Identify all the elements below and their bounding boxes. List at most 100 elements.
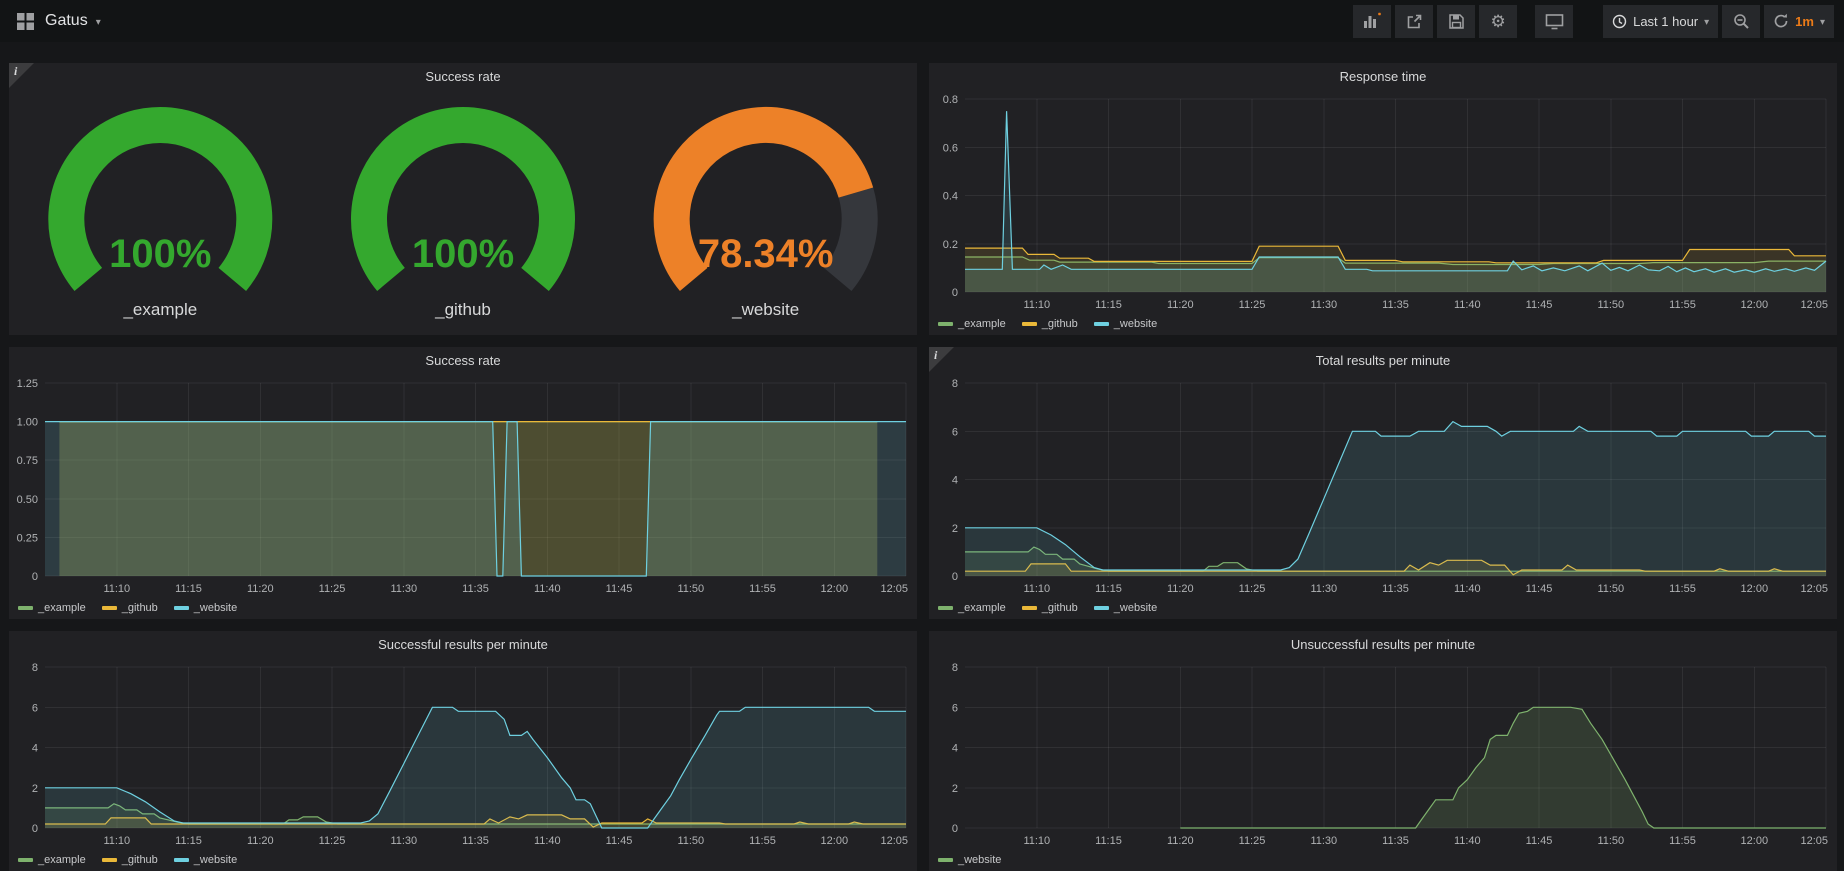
svg-text:11:10: 11:10 (1023, 835, 1050, 847)
svg-text:12:05: 12:05 (1800, 835, 1828, 847)
unsuccessful-results-chart-area[interactable]: 0246811:1011:1511:2011:2511:3011:3511:40… (929, 659, 1837, 871)
dashboard-settings-button[interactable]: ⚙ (1479, 5, 1517, 38)
legend-item-_github[interactable]: _github (102, 602, 158, 614)
dashboards-grid-icon[interactable] (16, 12, 35, 31)
panel-success-rate-gauges: i Success rate 100%_example100%_github78… (9, 63, 917, 335)
y-axis: 00.20.40.60.8 (943, 94, 958, 299)
dashboard-title: Gatus (45, 12, 88, 30)
panel-successful-results: Successful results per minute 0246811:10… (9, 631, 917, 871)
chart-legend: _example _github _website (938, 602, 1157, 614)
refresh-icon (1773, 13, 1789, 29)
zoom-out-button[interactable] (1722, 5, 1760, 38)
svg-text:11:15: 11:15 (1095, 835, 1122, 847)
panel-title[interactable]: Success rate (9, 63, 917, 91)
share-dashboard-button[interactable] (1395, 5, 1433, 38)
total-results-chart-area[interactable]: 0246811:1011:1511:2011:2511:3011:3511:40… (929, 375, 1837, 619)
success-rate-chart-area[interactable]: 00.250.500.751.001.2511:1011:1511:2011:2… (9, 375, 917, 619)
svg-text:11:25: 11:25 (1239, 583, 1266, 595)
svg-text:0: 0 (952, 287, 958, 299)
chart-canvas: 00.250.500.751.001.2511:1011:1511:2011:2… (9, 375, 917, 619)
legend-item-_example[interactable]: _example (18, 602, 86, 614)
svg-text:11:45: 11:45 (606, 835, 633, 847)
legend-label: _website (958, 854, 1001, 866)
panel-title[interactable]: Successful results per minute (9, 631, 917, 659)
legend-item-_example[interactable]: _example (18, 854, 86, 866)
refresh-interval-label: 1m (1795, 14, 1814, 29)
svg-text:11:55: 11:55 (749, 835, 776, 847)
svg-text:11:35: 11:35 (462, 835, 489, 847)
svg-text:11:50: 11:50 (1597, 299, 1624, 311)
svg-text:11:25: 11:25 (319, 583, 346, 595)
legend-item-_example[interactable]: _example (938, 602, 1006, 614)
x-axis: 11:1011:1511:2011:2511:3011:3511:4011:45… (103, 835, 908, 847)
svg-text:11:15: 11:15 (175, 835, 202, 847)
svg-text:12:00: 12:00 (821, 583, 849, 595)
svg-text:11:45: 11:45 (1526, 835, 1553, 847)
response-time-chart-area[interactable]: 00.20.40.60.811:1011:1511:2011:2511:3011… (929, 91, 1837, 335)
gauge-label: _github (434, 300, 491, 319)
zoom-out-icon (1733, 13, 1750, 30)
add-panel-button[interactable] (1353, 5, 1391, 38)
svg-text:4: 4 (952, 475, 958, 487)
gear-icon: ⚙ (1490, 13, 1505, 30)
panel-info-corner-icon[interactable] (929, 347, 954, 372)
legend-item-_example[interactable]: _example (938, 318, 1006, 330)
svg-text:0: 0 (952, 823, 958, 835)
chart-legend: _example _github _website (18, 854, 237, 866)
svg-text:11:50: 11:50 (677, 835, 704, 847)
y-axis: 02468 (952, 378, 958, 583)
legend-label: _website (1114, 318, 1157, 330)
panel-title[interactable]: Success rate (9, 347, 917, 375)
panel-title[interactable]: Response time (929, 63, 1837, 91)
panel-title[interactable]: Unsuccessful results per minute (929, 631, 1837, 659)
svg-text:1.00: 1.00 (17, 417, 38, 429)
legend-item-_github[interactable]: _github (1022, 318, 1078, 330)
gauge-_github: 100%_github (369, 125, 557, 319)
panel-title[interactable]: Total results per minute (929, 347, 1837, 375)
svg-text:11:20: 11:20 (1167, 583, 1194, 595)
legend-item-_website[interactable]: _website (1094, 602, 1157, 614)
series-_website (45, 707, 906, 828)
successful-results-chart-area[interactable]: 0246811:1011:1511:2011:2511:3011:3511:40… (9, 659, 917, 871)
clock-icon (1612, 14, 1627, 29)
legend-item-_github[interactable]: _github (1022, 602, 1078, 614)
svg-text:11:10: 11:10 (1023, 583, 1050, 595)
svg-text:11:40: 11:40 (534, 583, 561, 595)
cycle-view-mode-button[interactable] (1535, 5, 1573, 38)
save-dashboard-button[interactable] (1437, 5, 1475, 38)
legend-item-_website[interactable]: _website (1094, 318, 1157, 330)
legend-label: _github (1042, 318, 1078, 330)
legend-item-_github[interactable]: _github (102, 854, 158, 866)
svg-text:11:30: 11:30 (390, 583, 417, 595)
top-navbar: Gatus ▾ ⚙ (0, 0, 1844, 42)
svg-text:11:55: 11:55 (1669, 835, 1696, 847)
svg-text:2: 2 (32, 783, 38, 795)
svg-text:6: 6 (32, 702, 38, 714)
svg-text:0.50: 0.50 (17, 494, 38, 506)
chart-canvas: 0246811:1011:1511:2011:2511:3011:3511:40… (9, 659, 917, 871)
svg-text:11:20: 11:20 (1167, 299, 1194, 311)
legend-color-dash (1094, 606, 1109, 610)
legend-label: _example (38, 854, 86, 866)
legend-label: _website (194, 602, 237, 614)
gauge-value: 100% (109, 232, 211, 276)
svg-text:2: 2 (952, 783, 958, 795)
svg-text:11:45: 11:45 (1526, 583, 1553, 595)
legend-item-_website[interactable]: _website (174, 602, 237, 614)
svg-text:11:10: 11:10 (1023, 299, 1050, 311)
legend-item-_website[interactable]: _website (938, 854, 1001, 866)
svg-text:12:00: 12:00 (1741, 583, 1769, 595)
time-range-label: Last 1 hour (1633, 14, 1698, 29)
panel-info-corner-icon[interactable] (9, 63, 34, 88)
gauge-chart-area[interactable]: 100%_example100%_github78.34%_website (9, 91, 917, 335)
legend-label: _website (194, 854, 237, 866)
svg-text:11:20: 11:20 (247, 583, 274, 595)
chart-legend: _website (938, 854, 1001, 866)
svg-text:6: 6 (952, 702, 958, 714)
svg-text:11:15: 11:15 (175, 583, 202, 595)
legend-item-_website[interactable]: _website (174, 854, 237, 866)
refresh-picker-button[interactable]: 1m ▾ (1764, 5, 1834, 38)
time-range-picker-button[interactable]: Last 1 hour ▾ (1603, 5, 1718, 38)
add-panel-icon (1362, 12, 1382, 30)
dashboard-title-button[interactable]: Gatus ▾ (45, 12, 101, 30)
